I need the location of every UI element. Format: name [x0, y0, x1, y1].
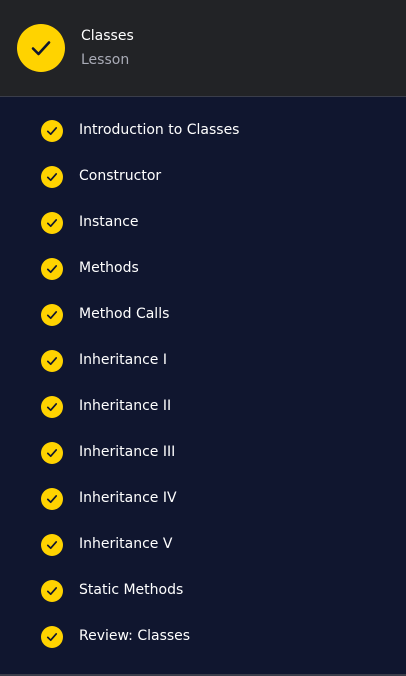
check-icon — [41, 580, 63, 602]
exercise-item[interactable]: Inheritance III — [0, 430, 406, 476]
check-icon — [41, 212, 63, 234]
check-icon — [41, 304, 63, 326]
exercise-item[interactable]: Methods — [0, 246, 406, 292]
exercise-label: Static Methods — [79, 582, 184, 598]
check-icon — [41, 396, 63, 418]
exercise-label: Instance — [79, 214, 139, 230]
exercise-label: Introduction to Classes — [79, 122, 240, 138]
exercise-label: Inheritance IV — [79, 490, 177, 506]
check-icon — [41, 258, 63, 280]
exercise-label: Inheritance V — [79, 536, 173, 552]
check-icon — [41, 166, 63, 188]
exercise-item[interactable]: Constructor — [0, 154, 406, 200]
exercise-item[interactable]: Review: Classes — [0, 614, 406, 660]
exercise-item[interactable]: Inheritance II — [0, 384, 406, 430]
check-icon — [41, 626, 63, 648]
exercise-label: Review: Classes — [79, 628, 191, 644]
exercise-label: Method Calls — [79, 306, 170, 322]
exercise-item[interactable]: Inheritance IV — [0, 476, 406, 522]
exercise-item[interactable]: Method Calls — [0, 292, 406, 338]
check-icon — [41, 350, 63, 372]
lesson-complete-check-icon — [17, 24, 65, 72]
check-icon — [41, 488, 63, 510]
exercise-item[interactable]: Static Methods — [0, 568, 406, 614]
exercise-label: Inheritance I — [79, 352, 167, 368]
lesson-panel: Classes Lesson Introduction to Classes C… — [0, 0, 406, 676]
check-icon — [41, 534, 63, 556]
exercise-item[interactable]: Inheritance V — [0, 522, 406, 568]
lesson-type-label: Lesson — [81, 52, 130, 68]
exercise-label: Methods — [79, 260, 139, 276]
lesson-header[interactable]: Classes Lesson — [0, 0, 406, 97]
exercise-label: Inheritance II — [79, 398, 172, 414]
lesson-title: Classes — [81, 28, 134, 44]
exercise-label: Constructor — [79, 168, 162, 184]
check-icon — [41, 120, 63, 142]
exercise-item[interactable]: Instance — [0, 200, 406, 246]
exercise-label: Inheritance III — [79, 444, 176, 460]
exercise-item[interactable]: Introduction to Classes — [0, 108, 406, 154]
check-icon — [41, 442, 63, 464]
exercise-list: Introduction to Classes Constructor Inst… — [0, 108, 406, 660]
exercise-item[interactable]: Inheritance I — [0, 338, 406, 384]
